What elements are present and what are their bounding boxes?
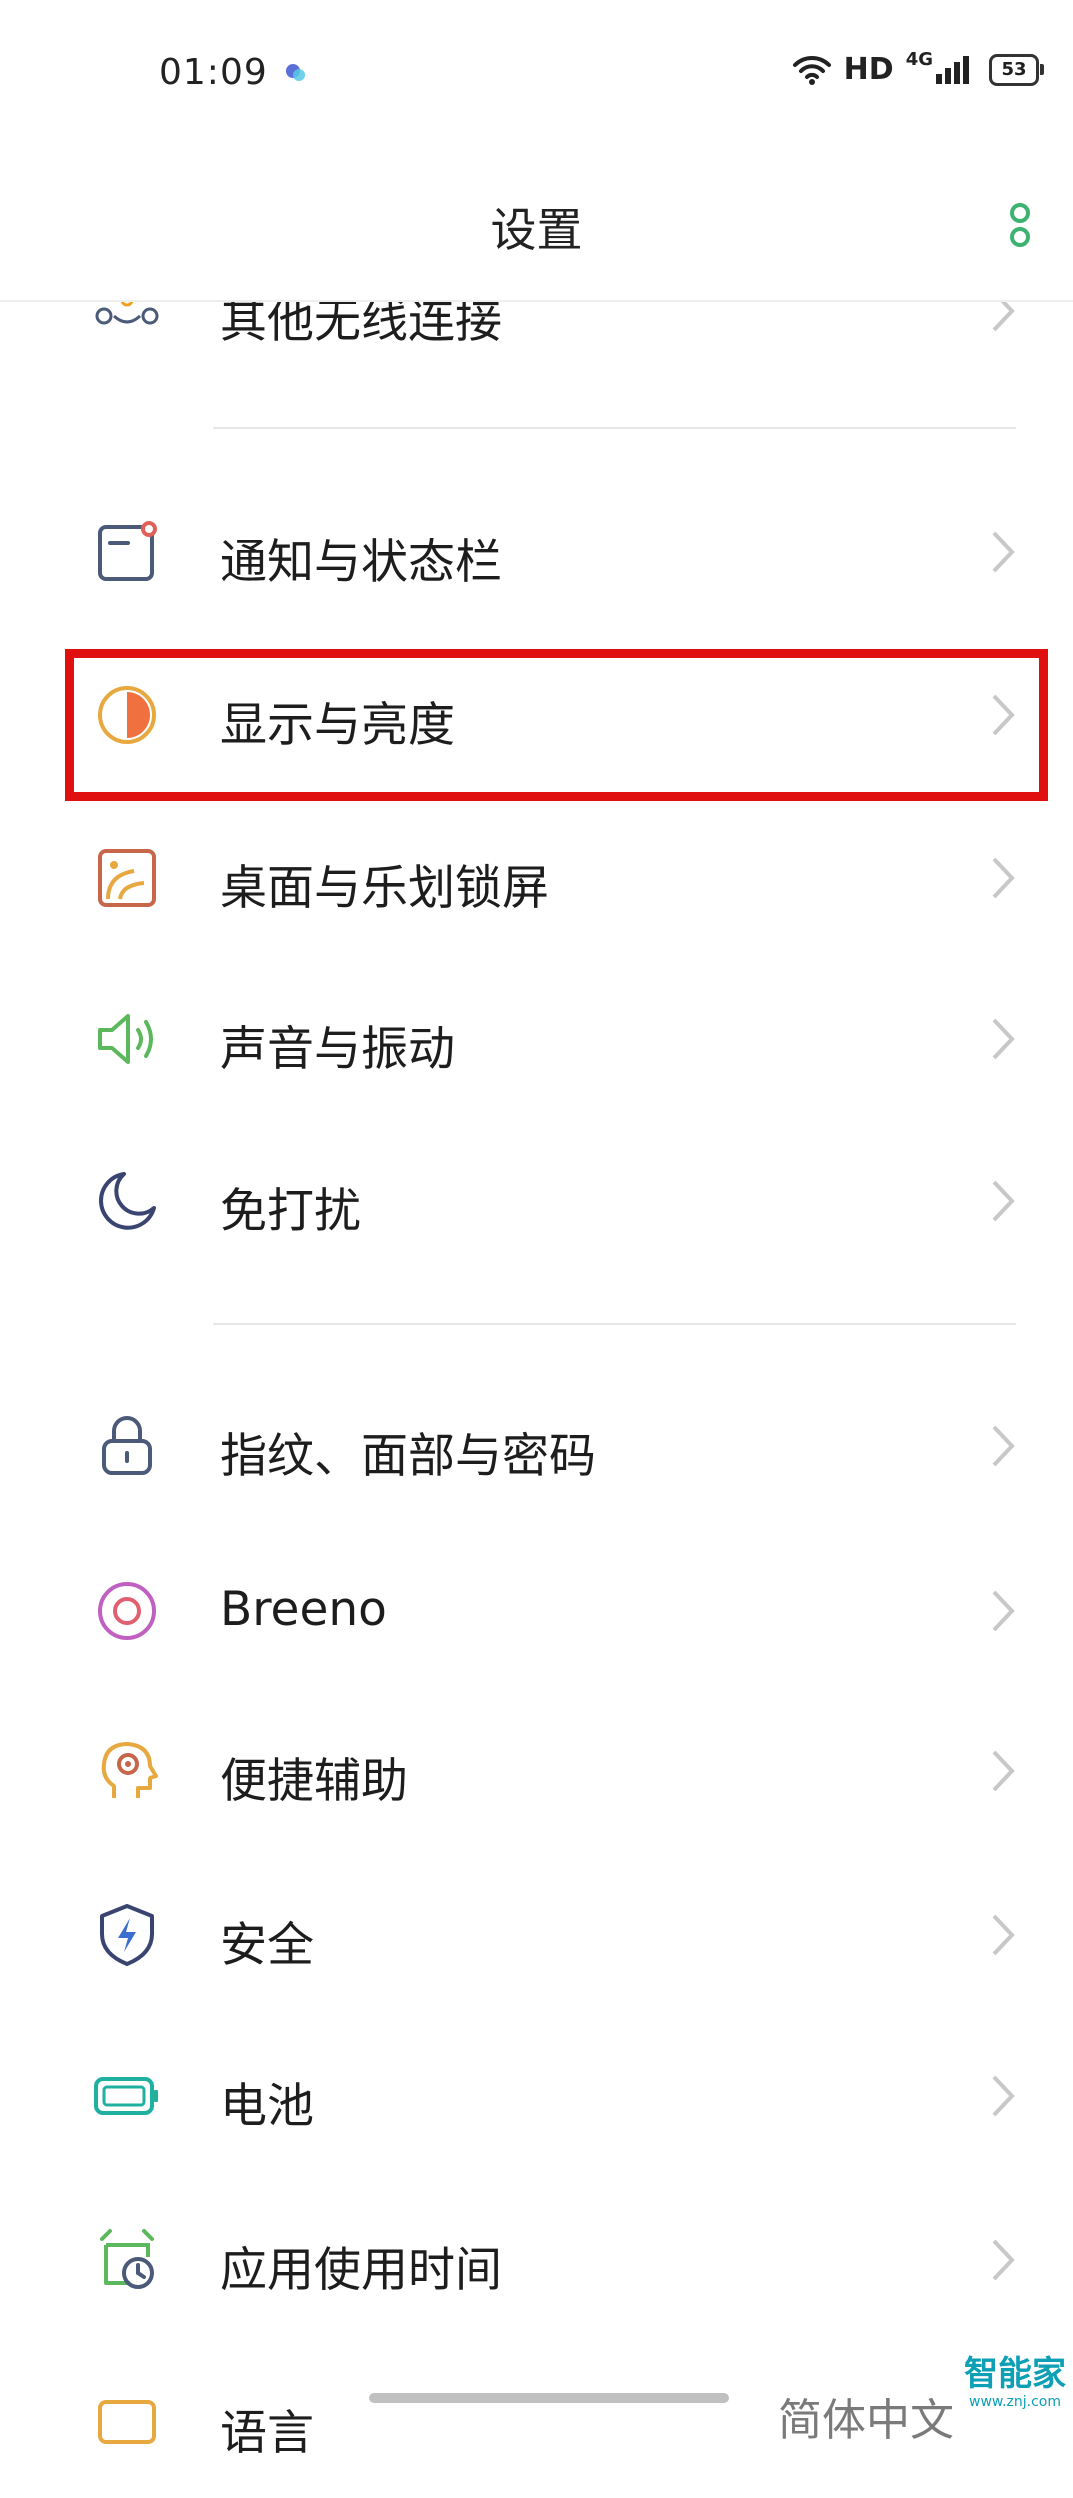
- settings-item-screen-time[interactable]: 应用使用时间: [0, 2185, 1073, 2335]
- status-time: 01:09: [159, 52, 268, 93]
- notification-icon: [98, 521, 157, 581]
- status-bar: 01:09 HD 4G 53: [0, 0, 1073, 150]
- settings-item-label: 通知与状态栏: [220, 535, 502, 590]
- settings-item-label: 桌面与乐划锁屏: [220, 861, 549, 916]
- settings-item-label: 指纹、面部与密码: [220, 1429, 596, 1484]
- wifi-icon: [792, 55, 831, 85]
- settings-item-label: Breeno: [220, 1582, 387, 1637]
- chevron-right-icon: [992, 2075, 1015, 2117]
- chevron-right-icon: [992, 1590, 1015, 1632]
- settings-item-breeno[interactable]: Breeno: [0, 1536, 1073, 1686]
- battery-indicator: 53: [989, 53, 1044, 86]
- settings-item-notifications[interactable]: 通知与状态栏: [0, 477, 1073, 627]
- moon-icon: [99, 1172, 156, 1230]
- language-icon: [98, 2400, 156, 2444]
- chevron-right-icon: [992, 1180, 1015, 1222]
- hd-label: HD: [843, 52, 894, 87]
- assistant-dot-icon: [286, 64, 305, 81]
- settings-item-sound-vibration[interactable]: 声音与振动: [0, 964, 1073, 1114]
- section-divider: [213, 1323, 1016, 1325]
- chevron-right-icon: [992, 2239, 1015, 2281]
- page-title: 设置: [490, 203, 583, 257]
- head-profile-icon: [101, 1742, 158, 1798]
- chevron-right-icon: [992, 1750, 1015, 1792]
- title-bar: 设置: [0, 150, 1073, 302]
- chevron-right-icon: [992, 531, 1015, 573]
- settings-item-fingerprint-face-password[interactable]: 指纹、面部与密码: [0, 1371, 1073, 1521]
- highlight-frame: [65, 649, 1048, 801]
- shield-icon: [100, 1904, 154, 1966]
- wallpaper-icon: [98, 849, 156, 907]
- chevron-right-icon: [992, 1018, 1015, 1060]
- settings-item-home-lockscreen[interactable]: 桌面与乐划锁屏: [0, 803, 1073, 953]
- more-options-icon[interactable]: [1005, 200, 1035, 250]
- watermark: 智能家 www.znj.com: [962, 2354, 1068, 2410]
- battery-icon: [94, 2077, 158, 2115]
- chevron-right-icon: [992, 857, 1015, 899]
- settings-item-label: 语言: [220, 2406, 314, 2461]
- settings-item-accessibility[interactable]: 便捷辅助: [0, 1696, 1073, 1846]
- lock-icon: [102, 1416, 152, 1475]
- settings-item-label: 应用使用时间: [220, 2243, 502, 2298]
- breeno-icon: [98, 1582, 156, 1640]
- settings-item-label: 免打扰: [220, 1184, 361, 1239]
- settings-item-label: 安全: [220, 1918, 314, 1973]
- status-icons: HD 4G 53: [792, 49, 1044, 87]
- battery-level: 53: [1001, 59, 1027, 80]
- speaker-icon: [98, 1014, 153, 1064]
- section-divider: [213, 427, 1016, 429]
- settings-item-battery[interactable]: 电池: [0, 2021, 1073, 2171]
- network-type-label: 4G: [905, 49, 933, 70]
- current-language-value: 简体中文: [778, 2395, 954, 2446]
- settings-item-label: 电池: [220, 2079, 314, 2134]
- chevron-right-icon: [992, 1425, 1015, 1467]
- settings-item-do-not-disturb[interactable]: 免打扰: [0, 1126, 1073, 1276]
- signal-icon: [936, 55, 969, 84]
- watermark-logo-text: 智能家: [964, 2354, 1066, 2394]
- alarm-clock-icon: [100, 2229, 154, 2289]
- chevron-right-icon: [992, 1914, 1015, 1956]
- home-indicator[interactable]: [369, 2393, 729, 2403]
- settings-item-label: 声音与振动: [220, 1022, 455, 1077]
- settings-item-label: 便捷辅助: [220, 1754, 408, 1809]
- watermark-url: www.znj.com: [969, 2394, 1061, 2410]
- settings-item-security[interactable]: 安全: [0, 1860, 1073, 2010]
